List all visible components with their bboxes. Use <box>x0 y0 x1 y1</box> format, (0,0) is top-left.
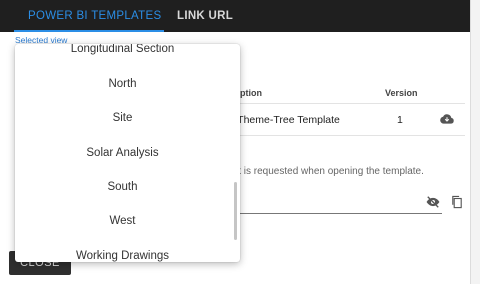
table-divider <box>229 103 465 104</box>
dropdown-option-working-drawings[interactable]: Working Drawings <box>15 246 230 262</box>
dropdown-option-site[interactable]: Site <box>15 108 230 128</box>
table-divider <box>229 135 465 136</box>
tab-power-bi-templates[interactable]: POWER BI TEMPLATES <box>28 0 161 32</box>
view-dropdown-menu: Longitudinal Section North Site Solar An… <box>15 44 240 262</box>
dropdown-scrollbar[interactable] <box>234 182 237 240</box>
top-tab-bar: POWER BI TEMPLATES LINK URL <box>0 0 470 32</box>
dropdown-option-longitudinal-section[interactable]: Longitudinal Section <box>15 44 230 59</box>
visibility-off-icon[interactable] <box>426 196 440 208</box>
active-tab-indicator <box>14 30 164 32</box>
table-cell-version: 1 <box>397 114 403 126</box>
dropdown-option-solar-analysis[interactable]: Solar Analysis <box>15 143 230 163</box>
url-field[interactable] <box>236 194 442 214</box>
dropdown-option-north[interactable]: North <box>15 74 230 94</box>
column-header-version: Version <box>385 88 418 98</box>
scrollbar-track[interactable] <box>470 0 480 284</box>
tab-link-url[interactable]: LINK URL <box>177 0 233 32</box>
table-cell-description: il-Theme-Tree Template <box>229 114 340 126</box>
dropdown-option-south[interactable]: South <box>15 177 230 197</box>
url-hint-text: it is requested when opening the templat… <box>236 166 424 177</box>
copy-icon[interactable] <box>450 195 464 209</box>
cloud-download-icon[interactable] <box>440 113 454 125</box>
dropdown-option-west[interactable]: West <box>15 211 230 231</box>
